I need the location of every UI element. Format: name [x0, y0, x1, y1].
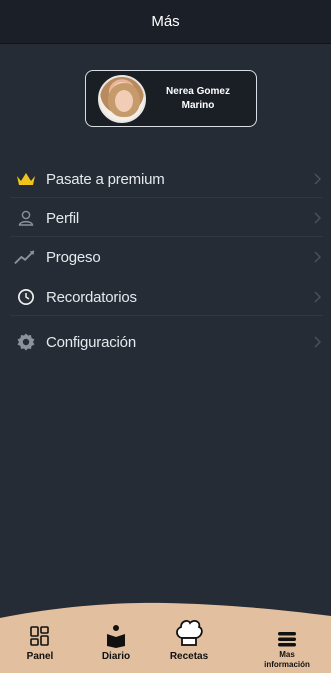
- dashboard-icon: [29, 618, 51, 648]
- nav-label: Panel: [26, 651, 54, 662]
- chevron-right-icon: [313, 211, 323, 225]
- nav-item-panel[interactable]: Panel: [22, 618, 58, 673]
- user-icon: [14, 206, 38, 230]
- nav-label: Mas información: [264, 650, 310, 670]
- nav-item-more-info[interactable]: Mas información: [255, 618, 319, 673]
- menu-item-settings[interactable]: Configuración: [0, 323, 331, 361]
- menu-item-premium[interactable]: Pasate a premium: [0, 160, 331, 198]
- chevron-right-icon: [313, 250, 323, 264]
- divider: [10, 236, 323, 237]
- menu-item-label: Recordatorios: [46, 288, 137, 306]
- chevron-right-icon: [313, 335, 323, 349]
- profile-name-line1: Nerea Gomez: [166, 85, 230, 97]
- gear-icon: [14, 330, 38, 354]
- app-root: Más Nerea Gomez Marino Pasate a premium: [0, 0, 331, 673]
- nav-item-recipes[interactable]: Recetas: [163, 618, 215, 673]
- chef-hat-icon: [174, 618, 204, 648]
- nav-label-line2: información: [264, 660, 310, 669]
- profile-name-line2: Marino: [181, 99, 215, 111]
- nav-label: Diario: [101, 651, 131, 662]
- top-bar: Más: [0, 0, 331, 44]
- menu-icon: [276, 618, 298, 648]
- profile-name: Nerea Gomez Marino: [146, 85, 256, 113]
- menu-item-reminders[interactable]: Recordatorios: [0, 278, 331, 316]
- crown-icon: [14, 167, 38, 191]
- diary-icon: [105, 618, 127, 648]
- menu-item-progress[interactable]: Progeso: [0, 238, 331, 276]
- divider: [10, 315, 323, 316]
- bottom-nav: Panel Diario Recetas Mas información: [0, 618, 331, 673]
- nav-label-line1: Mas: [279, 650, 295, 659]
- chevron-right-icon: [313, 172, 323, 186]
- page-title: Más: [151, 13, 180, 30]
- trend-up-icon: [14, 245, 38, 269]
- menu-item-label: Progeso: [46, 248, 101, 266]
- chevron-right-icon: [313, 290, 323, 304]
- profile-card[interactable]: Nerea Gomez Marino: [85, 70, 257, 127]
- nav-item-diary[interactable]: Diario: [94, 618, 138, 673]
- divider: [10, 197, 323, 198]
- menu-item-label: Pasate a premium: [46, 170, 165, 188]
- avatar: [98, 74, 146, 123]
- clock-icon: [14, 285, 38, 309]
- menu-item-label: Perfil: [46, 209, 79, 227]
- menu-item-profile[interactable]: Perfil: [0, 199, 331, 237]
- menu-item-label: Configuración: [46, 333, 136, 351]
- nav-label: Recetas: [169, 651, 209, 662]
